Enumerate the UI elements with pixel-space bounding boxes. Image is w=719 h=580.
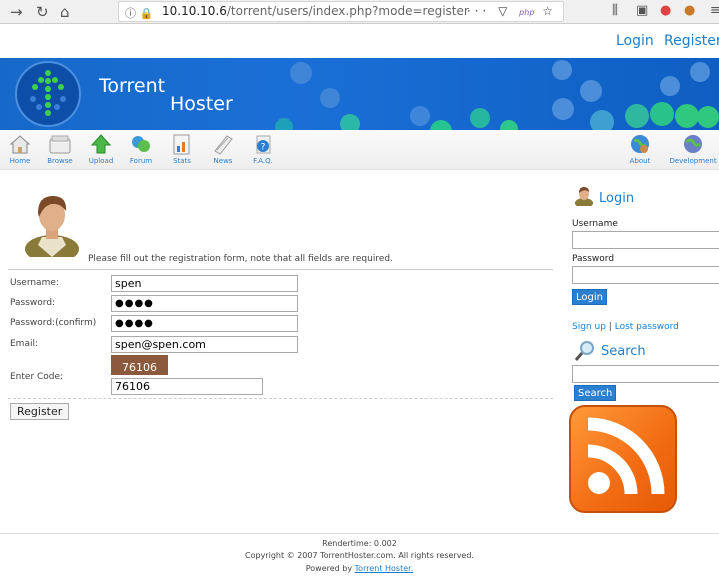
nav-stats[interactable]: Stats <box>162 133 202 165</box>
site-info-icon[interactable]: ⓘ 🔒 <box>125 5 153 21</box>
email-input[interactable]: spen@spen.com <box>111 336 298 353</box>
login-title: Login <box>599 191 635 206</box>
forward-icon[interactable]: → <box>10 3 23 21</box>
sidebar-username-input[interactable] <box>572 231 719 249</box>
divider <box>8 398 553 399</box>
pocket-icon[interactable]: ▽ <box>498 4 511 18</box>
username-label: Username: <box>10 278 59 288</box>
search-title: Search <box>601 344 646 359</box>
sidebar-password-input[interactable] <box>572 266 719 284</box>
php-badge: php <box>519 8 535 17</box>
nav-faq[interactable]: ? F.A.Q. <box>243 133 283 165</box>
url-text: 10.10.10.6/torrent/users/index.php?mode=… <box>162 4 469 18</box>
sidebar-search-button[interactable]: Search <box>574 385 617 401</box>
signup-link[interactable]: Sign up <box>572 322 606 332</box>
svg-text:?: ? <box>261 143 266 153</box>
nav-forum[interactable]: Forum <box>121 133 161 165</box>
sidebar-search-input[interactable] <box>572 365 719 383</box>
nav-news[interactable]: News <box>203 133 243 165</box>
search-magnifier-icon <box>574 341 594 361</box>
sidebar-password-label: Password <box>572 254 615 264</box>
page-actions: ··· ▽ php ☆ <box>467 4 557 18</box>
addon-icon[interactable]: ● <box>660 3 671 18</box>
library-icon[interactable]: ⫼ <box>612 3 618 18</box>
confirm-password-input[interactable]: ●●●● <box>111 315 298 332</box>
about-globe-icon <box>631 135 649 153</box>
top-links: Login Register <box>0 24 719 58</box>
home-icon[interactable]: ⌂ <box>60 3 70 21</box>
site-name-line1: Torrent <box>99 75 166 97</box>
nav-about[interactable]: About <box>620 133 660 165</box>
user-avatar-icon <box>25 196 79 257</box>
login-user-icon <box>575 187 593 206</box>
address-bar[interactable]: ⓘ 🔒 10.10.10.6/torrent/users/index.php?m… <box>118 1 564 22</box>
account-links: Sign up | Lost password <box>572 322 679 332</box>
help-icon: ? <box>256 135 271 154</box>
insecure-lock-icon: 🔒 <box>139 7 154 20</box>
captcha-image: 76106 <box>111 355 168 375</box>
browse-icon <box>49 135 71 154</box>
upload-arrow-icon <box>90 134 112 154</box>
top-login-link[interactable]: Login <box>616 33 654 49</box>
confirm-password-label: Password:(confirm) <box>10 318 97 328</box>
sidebar-username-label: Username <box>572 219 618 229</box>
code-label: Enter Code: <box>10 372 64 382</box>
nav-home[interactable]: Home <box>0 133 40 165</box>
top-register-link[interactable]: Register <box>664 33 719 49</box>
username-input[interactable]: spen <box>111 275 298 292</box>
menu-icon[interactable]: ≡ <box>710 3 719 18</box>
browser-toolbar: → ↻ ⌂ ⓘ 🔒 10.10.10.6/torrent/users/index… <box>0 0 719 24</box>
stats-icon <box>173 134 190 155</box>
nav-upload[interactable]: Upload <box>81 133 121 165</box>
sidebar-login-button[interactable]: Login <box>572 289 607 305</box>
password-label: Password: <box>10 298 56 308</box>
bookmark-star-icon[interactable]: ☆ <box>542 4 557 18</box>
reload-icon[interactable]: ↻ <box>36 3 49 21</box>
rendertime: Rendertime: 0.002 <box>322 539 397 548</box>
sidebar-icon[interactable]: ▣ <box>636 3 648 18</box>
site-header: Torrent Hoster <box>0 58 719 130</box>
password-input[interactable]: ●●●● <box>111 295 298 312</box>
site-name-line2: Hoster <box>170 93 233 115</box>
cookie-icon[interactable]: ● <box>684 3 695 18</box>
nav-browse[interactable]: Browse <box>40 133 80 165</box>
development-globe-icon <box>684 135 702 153</box>
form-instructions: Please fill out the registration form, n… <box>88 254 393 264</box>
site-logo[interactable] <box>15 61 81 127</box>
more-actions-icon[interactable]: ··· <box>467 4 490 18</box>
main-nav: Home Browse Upload Forum Stats News ? F.… <box>0 130 719 170</box>
email-label: Email: <box>10 339 39 349</box>
rss-feed-icon[interactable] <box>569 405 677 513</box>
copyright: Copyright © 2007 TorrentHoster.com. All … <box>245 551 474 560</box>
captcha-code-input[interactable]: 76106 <box>111 378 263 395</box>
powered-by-link[interactable]: Torrent Hoster. <box>355 564 414 573</box>
divider <box>8 269 553 270</box>
footer <box>0 533 719 534</box>
nav-development[interactable]: Development <box>668 133 718 165</box>
news-icon <box>214 135 233 155</box>
powered-by: Powered by Torrent Hoster. <box>305 564 414 573</box>
forum-icon <box>132 136 150 152</box>
lost-password-link[interactable]: Lost password <box>615 322 679 332</box>
register-button[interactable]: Register <box>10 403 70 420</box>
home-icon <box>9 135 31 154</box>
